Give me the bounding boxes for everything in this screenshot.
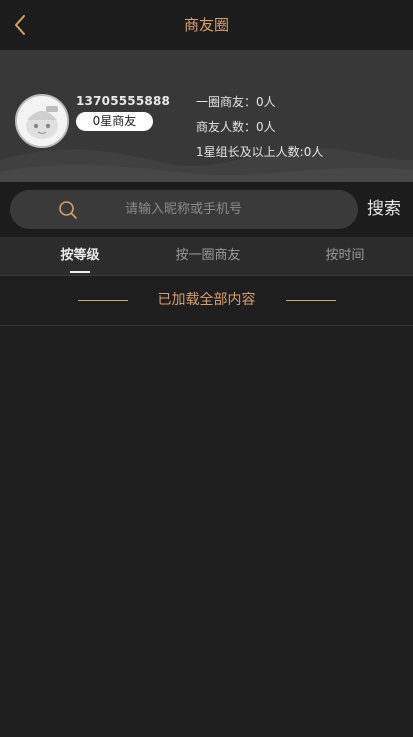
profile-card: 13705555888 0星商友 一圈商友：0人 商友人数：0人 1星组长及以上… [0,50,413,182]
search-box[interactable] [10,190,358,229]
tab-by-first-circle[interactable]: 按一圈商友 [158,237,258,275]
stat-label: 商友人数： [196,120,257,134]
page-title: 商友圈 [183,16,229,34]
search-button[interactable]: 搜索 [362,190,406,229]
stat-label: 1星组长及以上人数: [196,145,304,159]
search-area: 搜索 [0,182,413,237]
list-end-indicator: 已加载全部内容 [0,276,413,326]
stat-value: 0人 [303,145,324,159]
divider [286,300,336,301]
stat-leaders-count: 1星组长及以上人数:0人 [196,143,323,160]
end-of-list-text: 已加载全部内容 [157,292,256,308]
search-icon [57,199,79,221]
stat-label: 一圈商友： [196,95,257,109]
user-phone: 13705555888 [76,94,171,108]
active-tab-indicator [70,271,90,273]
tab-by-time[interactable]: 按时间 [305,237,385,275]
avatar [15,94,69,148]
stat-value: 0人 [256,95,276,109]
top-bar: 商友圈 [0,0,413,50]
stat-value: 0人 [256,120,276,134]
sort-tabs: 按等级 按一圈商友 按时间 [0,237,413,276]
level-badge: 0星商友 [76,112,153,131]
stat-friends-count: 商友人数：0人 [196,118,276,135]
search-input[interactable] [90,190,350,229]
stat-first-circle: 一圈商友：0人 [196,93,276,110]
tab-by-level[interactable]: 按等级 [40,237,120,275]
